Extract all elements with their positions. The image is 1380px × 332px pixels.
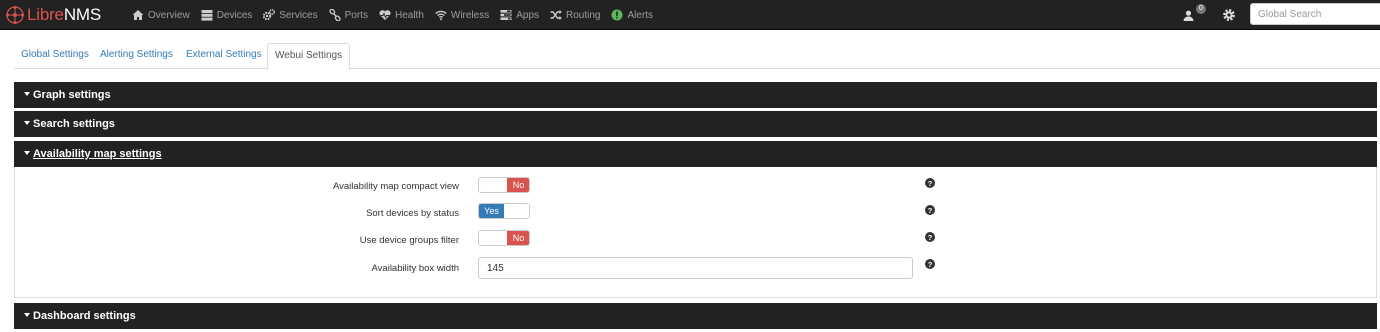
nav-devices[interactable]: Devices	[201, 0, 253, 30]
nav-ports[interactable]: Ports	[328, 0, 368, 30]
svg-text:?: ?	[928, 260, 933, 269]
nav-ports-label: Ports	[344, 9, 368, 21]
exclamation-circle-icon	[611, 9, 623, 21]
setting-label-compact-view: Availability map compact view	[332, 181, 459, 192]
compact-view-toggle[interactable]: No	[478, 177, 530, 193]
tab-alerting-settings[interactable]: Alerting Settings	[93, 43, 180, 69]
sort-devices-toggle[interactable]: Yes	[478, 203, 530, 219]
toggle-state: Yes	[479, 204, 504, 218]
question-circle-icon[interactable]: ?	[925, 205, 935, 215]
gear-icon[interactable]	[1222, 8, 1236, 22]
brand-nms: NMS	[63, 5, 101, 24]
nav-health[interactable]: Health	[379, 0, 424, 30]
svg-text:?: ?	[928, 179, 933, 188]
question-circle-icon[interactable]: ?	[925, 259, 935, 269]
tasks-icon	[500, 10, 512, 20]
question-circle-icon[interactable]: ?	[925, 178, 935, 188]
setting-label-device-groups-filter: Use device groups filter	[359, 235, 459, 246]
nav-overview[interactable]: Overview	[132, 0, 190, 30]
setting-label-sort-devices: Sort devices by status	[366, 208, 459, 219]
random-icon	[550, 10, 562, 20]
nav-alerts-label: Alerts	[627, 9, 654, 21]
nav-alerts[interactable]: Alerts	[611, 0, 653, 30]
cogs-icon	[263, 9, 276, 21]
wifi-icon	[435, 10, 447, 21]
caret-down-icon	[24, 92, 30, 97]
toggle-state: No	[507, 178, 529, 192]
svg-text:?: ?	[928, 233, 933, 242]
nav-routing[interactable]: Routing	[550, 0, 600, 30]
link-icon	[328, 9, 341, 21]
toggle-handle	[504, 204, 529, 218]
server-icon	[201, 10, 213, 21]
svg-text:?: ?	[928, 206, 933, 215]
notification-badge: 0	[1196, 4, 1206, 14]
toggle-handle	[479, 178, 507, 192]
section-availability-map-settings[interactable]: Availability map settings	[14, 141, 1377, 167]
brand-name: LibreNMS	[27, 4, 101, 26]
nav-apps-label: Apps	[516, 9, 540, 21]
setting-label-box-width: Availability box width	[371, 263, 459, 274]
question-circle-icon[interactable]: ?	[925, 232, 935, 242]
section-search-settings-title: Search settings	[33, 118, 115, 130]
nav-health-label: Health	[394, 9, 424, 21]
section-dashboard-settings-title: Dashboard settings	[33, 310, 136, 322]
nav-services-label: Services	[279, 9, 318, 21]
tab-global-settings[interactable]: Global Settings	[14, 43, 96, 69]
global-search-input[interactable]	[1250, 3, 1380, 25]
nav-routing-label: Routing	[566, 9, 601, 21]
main-menu: Overview Devices Services Ports Health W…	[132, 0, 664, 30]
user-icon	[1183, 10, 1194, 21]
availability-box-width-input[interactable]	[478, 257, 913, 279]
brand-logo[interactable]: LibreNMS	[4, 4, 101, 26]
caret-down-icon	[24, 151, 30, 156]
nav-wireless[interactable]: Wireless	[435, 0, 489, 30]
section-graph-settings-title: Graph settings	[33, 89, 111, 101]
device-groups-filter-toggle[interactable]: No	[478, 230, 530, 246]
nav-devices-label: Devices	[216, 9, 253, 21]
tab-external-settings[interactable]: External Settings	[179, 43, 269, 69]
nav-overview-label: Overview	[148, 9, 190, 21]
librenms-logo-icon	[6, 6, 24, 24]
heartbeat-icon	[379, 10, 391, 20]
nav-apps[interactable]: Apps	[500, 0, 539, 30]
tab-webui-settings[interactable]: Webui Settings	[267, 43, 351, 70]
user-menu[interactable]: 0	[1181, 4, 1206, 24]
toggle-handle	[479, 231, 507, 245]
section-graph-settings[interactable]: Graph settings	[14, 82, 1377, 108]
top-navbar: LibreNMS Overview Devices Services Ports…	[0, 0, 1380, 30]
section-availability-map-settings-title: Availability map settings	[33, 148, 162, 160]
section-dashboard-settings[interactable]: Dashboard settings	[14, 303, 1377, 329]
section-search-settings[interactable]: Search settings	[14, 111, 1377, 137]
toggle-state: No	[507, 231, 529, 245]
nav-wireless-label: Wireless	[450, 9, 490, 21]
nav-services[interactable]: Services	[263, 0, 318, 30]
home-icon	[132, 10, 144, 20]
brand-libre: Libre	[27, 5, 64, 24]
caret-down-icon	[24, 313, 30, 318]
caret-down-icon	[24, 121, 30, 126]
settings-tabs: Global Settings Alerting Settings Extern…	[14, 43, 1380, 70]
